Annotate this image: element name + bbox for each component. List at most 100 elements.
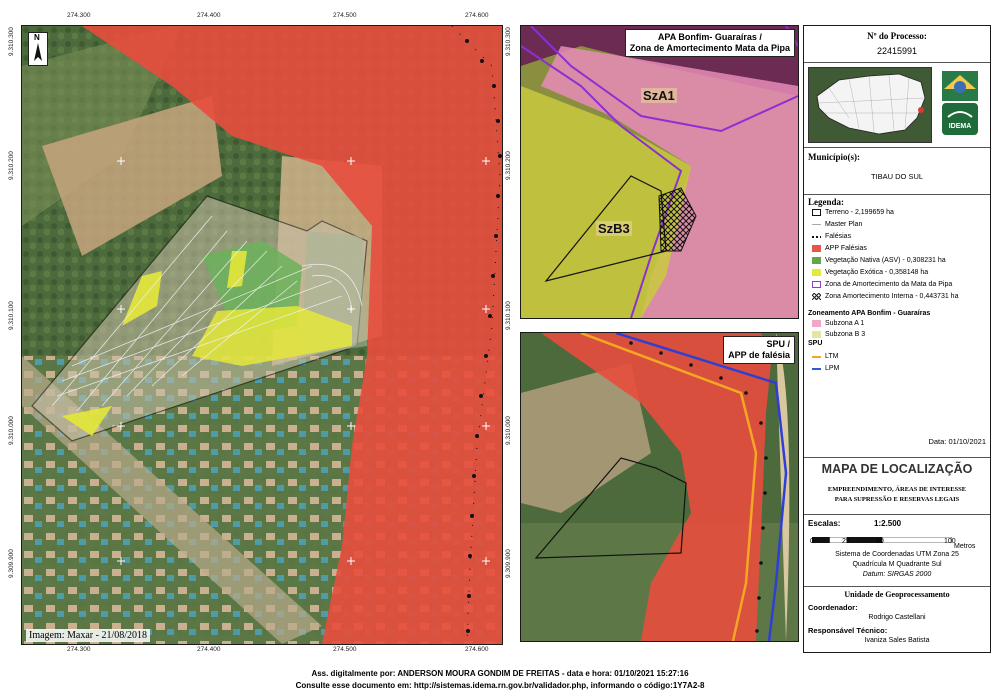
main-map-imagery [22, 26, 502, 644]
zone-swatch-icon [812, 320, 821, 327]
y-tick-3: 9.310.100 [8, 301, 15, 330]
y-tick-right-1: 9.310.300 [505, 27, 512, 56]
spu-item: LPM [812, 365, 839, 372]
legend-label: Master Plan [825, 221, 863, 228]
inset-spu-imagery [521, 333, 798, 641]
crs-line1: Sistema de Coordenadas UTM Zona 25 [835, 551, 959, 558]
inset-map-apa: APA Bonfim- Guaraíras / Zona de Amorteci… [520, 25, 799, 319]
legend-swatch-icon [812, 245, 821, 252]
process-number: 22415991 [876, 46, 918, 56]
idema-logo-text: IDEMA [948, 123, 972, 130]
process-label: Nº do Processo: [867, 31, 927, 41]
coord-label: Coordenador: [808, 603, 858, 612]
inset-spu-title: SPU / APP de falésia [723, 336, 795, 364]
x-tick-top-2: 274.400 [197, 12, 221, 19]
coord-name: Rodrigo Castellani [868, 614, 926, 621]
spu-swatch-icon [812, 355, 821, 358]
credits-section: Unidade de Geoprocessamento Coordenador:… [804, 587, 990, 651]
legend-swatch-icon [812, 293, 821, 300]
zone-item: Subzona A 1 [812, 320, 864, 327]
process-section: Nº do Processo: 22415991 [804, 26, 990, 63]
y-tick-2: 9.310.200 [8, 151, 15, 180]
legend-swatch-icon [812, 269, 821, 276]
crs-line2: Quadrícula M Quadrante Sul [852, 561, 942, 568]
inset-spu-title-line1: SPU / [766, 339, 790, 349]
scale-value: 1:2.500 [874, 519, 902, 528]
legend-label: Zona de Amortecimento da Mata da Pipa [825, 281, 953, 288]
legend-item: Vegetação Exótica - 0,358148 ha [812, 269, 928, 276]
main-map: N Imagem: Maxar - 21/08/2018 [21, 25, 503, 645]
locator-section: IDEMA [804, 63, 990, 148]
zone-item: Subzona B 3 [812, 331, 865, 338]
legend-label: Zona Amortecimento Interna - 0,443731 ha [825, 293, 959, 300]
label-szb3: SzB3 [596, 221, 632, 236]
municipio-section: Município(s): TIBAU DO SUL [804, 148, 990, 195]
spu-item: LTM [812, 353, 838, 360]
spu-label: LTM [825, 353, 839, 360]
spu-label: LPM [825, 365, 840, 372]
legend-swatch-icon [812, 224, 821, 225]
x-tick-bottom-1: 274.300 [67, 646, 91, 653]
map-title: MAPA DE LOCALIZAÇÃO [821, 462, 973, 476]
footer-validation: Consulte esse documento em: http://siste… [295, 681, 705, 690]
x-tick-bottom-3: 274.500 [333, 646, 357, 653]
y-tick-right-2: 9.310.200 [505, 151, 512, 180]
spu-title: SPU [808, 340, 823, 347]
x-tick-top-1: 274.300 [67, 12, 91, 19]
tech-name: Ivaniza Sales Batista [864, 637, 930, 644]
legend-title: Legenda: [808, 197, 844, 207]
map-date: Data: 01/10/2021 [928, 437, 986, 446]
zone-label: Subzona B 3 [825, 331, 866, 338]
inset-spu-title-line2: APP de falésia [728, 350, 790, 360]
scale-unit: Metros [954, 543, 976, 550]
tech-label: Responsável Técnico: [808, 626, 888, 635]
scale-tick-50: 50 [876, 538, 884, 545]
legend-item: Zona de Amortecimento da Mata da Pipa [812, 281, 952, 288]
legend-item: Vegetação Nativa (ASV) - 0,308231 ha [812, 257, 946, 264]
municipio-label: Município(s): [808, 152, 861, 162]
legend-swatch-icon [812, 235, 821, 238]
legend-label: Terreno - 2,199659 ha [825, 209, 894, 216]
legend-label: Vegetação Nativa (ASV) - 0,308231 ha [825, 257, 946, 264]
map-subtitle-line2: PARA SUPRESSÃO E RESERVAS LEGAIS [834, 496, 960, 503]
map-subtitle-line1: EMPREENDIMENTO, ÁREAS DE INTERESSE [827, 486, 967, 493]
legend-label: Vegetação Exótica - 0,358148 ha [825, 269, 929, 276]
zone-title: Zoneamento APA Bonfim - Guaraíras [808, 310, 931, 317]
legend-item: Zona Amortecimento Interna - 0,443731 ha [812, 293, 958, 300]
footer-signature: Ass. digitalmente por: ANDERSON MOURA GO… [311, 669, 689, 678]
legend-label: Falésias [825, 233, 852, 240]
legend-item: Falésias [812, 233, 851, 240]
municipio-value: TIBAU DO SUL [870, 172, 924, 181]
legend-label: APP Falésias [825, 245, 867, 252]
x-tick-top-4: 274.600 [465, 12, 489, 19]
north-arrow-icon: N [28, 32, 48, 66]
legend-section: Legenda: Terreno - 2,199659 ha Master Pla… [804, 195, 990, 448]
scale-tick-0: 0 [810, 538, 814, 545]
y-tick-right-3: 9.310.100 [505, 301, 512, 330]
legend-item: APP Falésias [812, 245, 867, 252]
legend-swatch-icon [812, 257, 821, 264]
imagery-caption: Imagem: Maxar - 21/08/2018 [26, 629, 151, 642]
inset-apa-title-line2: Zona de Amortecimento Mata da Pipa [629, 43, 790, 53]
legend-item: Terreno - 2,199659 ha [812, 209, 894, 216]
idema-logo-icon: IDEMA [936, 69, 984, 139]
legend-item: Master Plan [812, 221, 862, 228]
scale-tick-25: 25 [842, 538, 850, 545]
y-tick-1: 9.310.300 [8, 27, 15, 56]
state-locator-map [808, 67, 932, 143]
x-tick-top-3: 274.500 [333, 12, 357, 19]
label-sza1: SzA1 [641, 88, 677, 103]
x-tick-bottom-4: 274.600 [465, 646, 489, 653]
legend-swatch-icon [812, 281, 821, 288]
inset-apa-title-line1: APA Bonfim- Guaraíras / [657, 32, 762, 42]
scale-section: Escalas: 1:2.500 0 25 50 100 Metros Sist… [804, 514, 990, 587]
crs-line3: Datum: SIRGAS 2000 [862, 571, 932, 578]
x-tick-bottom-2: 274.400 [197, 646, 221, 653]
inset-apa-imagery [521, 26, 798, 318]
zone-label: Subzona A 1 [825, 320, 865, 327]
y-tick-right-5: 9.309.900 [505, 549, 512, 578]
zone-swatch-icon [812, 331, 821, 338]
y-tick-right-4: 9.310.000 [505, 416, 512, 445]
unit-title: Unidade de Geoprocessamento [844, 590, 950, 599]
y-tick-4: 9.310.000 [8, 416, 15, 445]
